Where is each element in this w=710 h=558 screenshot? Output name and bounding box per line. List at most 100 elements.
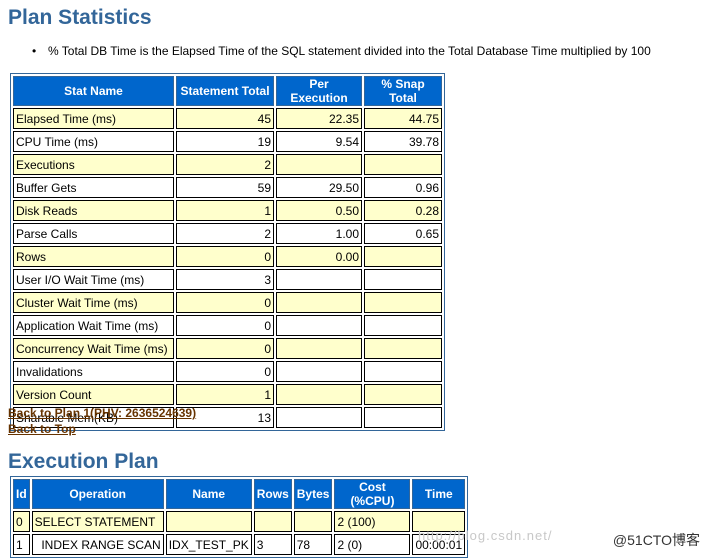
- table-cell: 9.54: [276, 131, 362, 152]
- table-cell: 2 (0): [334, 534, 411, 555]
- table-cell: 1: [176, 384, 274, 405]
- table-row: Application Wait Time (ms) 0: [13, 315, 442, 336]
- table-cell: User I/O Wait Time (ms): [13, 269, 174, 290]
- table-cell: [276, 407, 362, 428]
- table-cell: [364, 338, 442, 359]
- table-cell: Version Count: [13, 384, 174, 405]
- table-cell: 0.96: [364, 177, 442, 198]
- table-row: User I/O Wait Time (ms) 3: [13, 269, 442, 290]
- table-row: Invalidations 0: [13, 361, 442, 382]
- table-row: CPU Time (ms) 19 9.54 39.78: [13, 131, 442, 152]
- execution-plan-table: Id Operation Name Rows Bytes Cost (%CPU)…: [10, 476, 469, 558]
- plan-statistics-heading: Plan Statistics: [8, 6, 152, 29]
- column-header: Bytes: [293, 479, 333, 509]
- column-header: Operation: [31, 479, 164, 509]
- table-cell: Parse Calls: [13, 223, 174, 244]
- execution-plan-body: 0 SELECT STATEMENT 2 (100) 1 INDEX RANGE SC…: [13, 511, 466, 555]
- column-header: Rows: [253, 479, 292, 509]
- table-cell: 0: [176, 246, 274, 267]
- table-cell: 44.75: [364, 108, 442, 129]
- table-cell: 3: [253, 534, 292, 555]
- column-header: Id: [13, 479, 30, 509]
- table-row: Parse Calls 2 1.00 0.65: [13, 223, 442, 244]
- table-row: Buffer Gets 59 29.50 0.96: [13, 177, 442, 198]
- table-cell: 78: [293, 534, 333, 555]
- table-cell: 0: [176, 292, 274, 313]
- table-cell: 0.65: [364, 223, 442, 244]
- table-row: Version Count 1: [13, 384, 442, 405]
- table-cell: [276, 154, 362, 175]
- watermark-brand: @51CTO博客: [612, 532, 700, 548]
- table-cell: [253, 511, 292, 532]
- column-header: Cost (%CPU): [334, 479, 411, 509]
- table-cell: 22.35: [276, 108, 362, 129]
- table-cell: [364, 292, 442, 313]
- table-cell: 0: [176, 338, 274, 359]
- table-cell: Application Wait Time (ms): [13, 315, 174, 336]
- table-cell: 0: [176, 315, 274, 336]
- note-text: % Total DB Time is the Elapsed Time of t…: [48, 44, 651, 58]
- table-cell: [364, 361, 442, 382]
- table-cell: 0.28: [364, 200, 442, 221]
- table-cell: 39.78: [364, 131, 442, 152]
- plan-statistics-note: • % Total DB Time is the Elapsed Time of …: [32, 44, 651, 58]
- table-cell: Elapsed Time (ms): [13, 108, 174, 129]
- table-cell: [276, 315, 362, 336]
- table-cell: Concurrency Wait Time (ms): [13, 338, 174, 359]
- plan-statistics-body: Elapsed Time (ms) 45 22.35 44.75 CPU Time (m…: [13, 108, 442, 428]
- table-cell: [364, 246, 442, 267]
- table-cell: INDEX RANGE SCAN: [31, 534, 164, 555]
- table-row: Disk Reads 1 0.50 0.28: [13, 200, 442, 221]
- table-cell: 1: [176, 200, 274, 221]
- table-cell: 1.00: [276, 223, 362, 244]
- table-cell: [293, 511, 333, 532]
- table-cell: [364, 315, 442, 336]
- table-row: Concurrency Wait Time (ms) 0: [13, 338, 442, 359]
- table-cell: SELECT STATEMENT: [31, 511, 164, 532]
- table-cell: [364, 154, 442, 175]
- table-cell: [276, 269, 362, 290]
- table-row: Executions 2: [13, 154, 442, 175]
- table-cell: Executions: [13, 154, 174, 175]
- table-cell: Cluster Wait Time (ms): [13, 292, 174, 313]
- table-cell: Disk Reads: [13, 200, 174, 221]
- page: Plan Statistics • % Total DB Time is the …: [8, 0, 710, 558]
- table-cell: CPU Time (ms): [13, 131, 174, 152]
- back-to-top-link[interactable]: Back to Top: [8, 422, 76, 436]
- table-header-row: Id Operation Name Rows Bytes Cost (%CPU)…: [13, 479, 466, 509]
- bullet-icon: •: [32, 44, 37, 58]
- column-header: Stat Name: [13, 76, 174, 106]
- table-row: Cluster Wait Time (ms) 0: [13, 292, 442, 313]
- plan-statistics-table: Stat Name Statement Total Per Execution …: [10, 73, 445, 431]
- table-cell: 2 (100): [334, 511, 411, 532]
- table-cell: 3: [176, 269, 274, 290]
- table-cell: 2: [176, 223, 274, 244]
- table-cell: 59: [176, 177, 274, 198]
- table-cell: 2: [176, 154, 274, 175]
- table-cell: [276, 292, 362, 313]
- table-cell: 0: [13, 511, 30, 532]
- column-header: % Snap Total: [364, 76, 442, 106]
- table-row: 1 INDEX RANGE SCAN IDX_TEST_PK 3 78 2 (0) 00:…: [13, 534, 466, 555]
- table-cell: 1: [13, 534, 30, 555]
- column-header: Per Execution: [276, 76, 362, 106]
- table-cell: 0: [176, 361, 274, 382]
- table-cell: Buffer Gets: [13, 177, 174, 198]
- table-cell: [364, 384, 442, 405]
- table-cell: 29.50: [276, 177, 362, 198]
- table-cell: [276, 338, 362, 359]
- table-cell: Rows: [13, 246, 174, 267]
- table-header-row: Stat Name Statement Total Per Execution …: [13, 76, 442, 106]
- table-row: Rows 0 0.00: [13, 246, 442, 267]
- table-cell: [276, 361, 362, 382]
- table-row: 0 SELECT STATEMENT 2 (100): [13, 511, 466, 532]
- back-to-plan-link[interactable]: Back to Plan 1(PHV: 2636524639): [8, 406, 196, 420]
- column-header: Time: [412, 479, 466, 509]
- table-cell: 0.50: [276, 200, 362, 221]
- table-cell: 0.00: [276, 246, 362, 267]
- back-to-plan-link-wrap: Back to Plan 1(PHV: 2636524639): [8, 406, 196, 420]
- table-row: Elapsed Time (ms) 45 22.35 44.75: [13, 108, 442, 129]
- column-header: Statement Total: [176, 76, 274, 106]
- table-cell: IDX_TEST_PK: [165, 534, 252, 555]
- back-to-top-link-wrap: Back to Top: [8, 422, 76, 436]
